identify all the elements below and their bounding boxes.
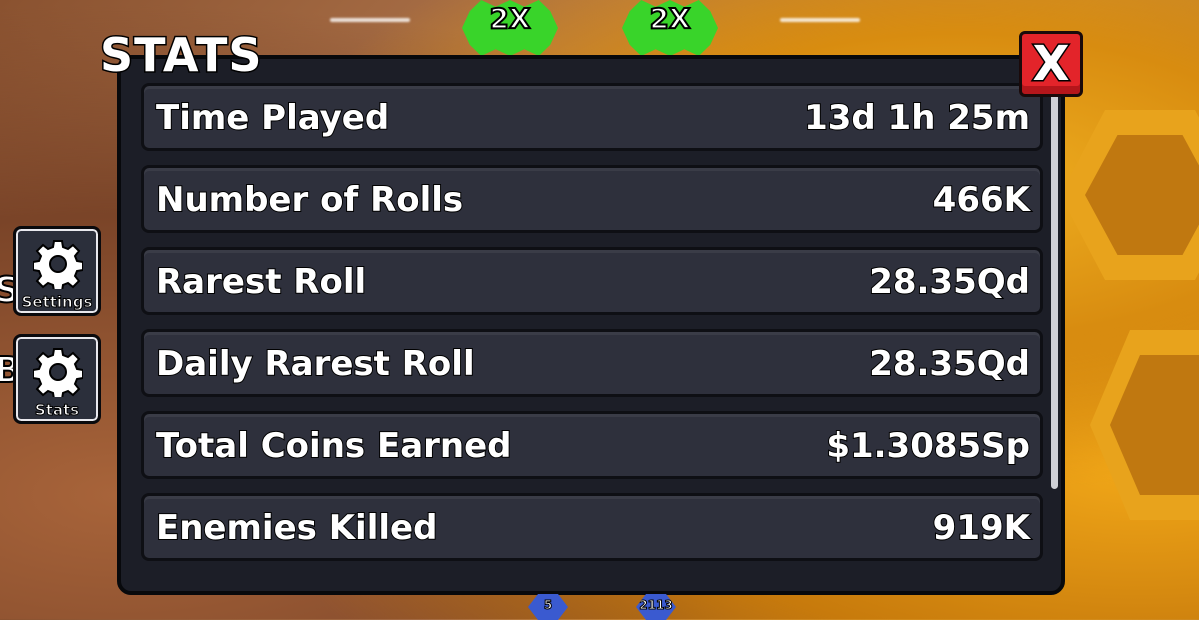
- hotbar-slot[interactable]: 2113: [636, 594, 676, 620]
- stat-value: 28.35Qd: [868, 343, 1031, 385]
- hotbar-count: 5: [543, 598, 553, 613]
- stat-value: 919K: [932, 507, 1031, 549]
- stat-value: $1.3085Sp: [825, 425, 1031, 467]
- settings-label: Settings: [21, 293, 93, 312]
- stat-row-number-of-rolls: Number of Rolls 466K: [141, 165, 1043, 233]
- stat-value: 13d 1h 25m: [803, 97, 1031, 139]
- stat-value: 28.35Qd: [868, 261, 1031, 303]
- scrollbar[interactable]: [1051, 89, 1058, 489]
- close-icon: X: [1031, 35, 1071, 94]
- stats-label: Stats: [34, 401, 80, 420]
- stat-row-enemies-killed: Enemies Killed 919K: [141, 493, 1043, 561]
- close-button[interactable]: X: [1019, 31, 1083, 97]
- stat-label: Rarest Roll: [155, 261, 367, 303]
- light-streak: [780, 18, 860, 22]
- stat-row-time-played: Time Played 13d 1h 25m: [141, 83, 1043, 151]
- boost-label: 2X: [648, 1, 691, 36]
- stat-label: Enemies Killed: [155, 507, 438, 549]
- panel-title: STATS: [98, 27, 263, 84]
- stat-label: Total Coins Earned: [155, 425, 513, 467]
- stats-list: Time Played 13d 1h 25m Number of Rolls 4…: [141, 83, 1043, 575]
- stats-button[interactable]: Stats: [13, 334, 101, 424]
- hotbar-slot[interactable]: 5: [528, 594, 568, 620]
- gear-icon: [33, 348, 83, 397]
- stat-value: 466K: [932, 179, 1031, 221]
- gear-icon: [33, 240, 83, 289]
- stat-row-rarest-roll: Rarest Roll 28.35Qd: [141, 247, 1043, 315]
- boost-label: 2X: [488, 1, 531, 36]
- light-streak: [330, 18, 410, 22]
- settings-button[interactable]: Settings: [13, 226, 101, 316]
- stats-panel: Time Played 13d 1h 25m Number of Rolls 4…: [117, 55, 1065, 595]
- boost-badge-2x: 2X: [462, 0, 558, 56]
- stat-label: Daily Rarest Roll: [155, 343, 476, 385]
- boost-badge-2x: 2X: [622, 0, 718, 56]
- stat-row-daily-rarest-roll: Daily Rarest Roll 28.35Qd: [141, 329, 1043, 397]
- stat-row-total-coins-earned: Total Coins Earned $1.3085Sp: [141, 411, 1043, 479]
- hotbar-count: 2113: [639, 598, 673, 613]
- stat-label: Time Played: [155, 97, 390, 139]
- stat-label: Number of Rolls: [155, 179, 464, 221]
